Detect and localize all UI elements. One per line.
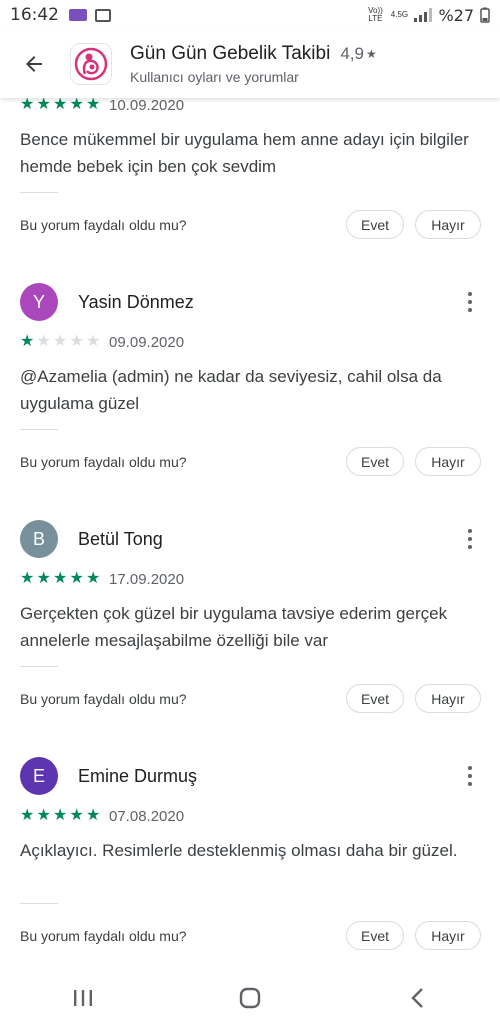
rating-stars: ★ ★ ★ ★ ★ [20, 571, 102, 587]
star-icon: ★ [53, 807, 68, 824]
recents-icon [74, 989, 93, 1006]
app-notification-icon [69, 9, 87, 21]
review-date: 09.09.2020 [109, 334, 185, 351]
reviews-list[interactable]: E Elif Saygılı ★★★★★ 10.09.2020 Bence mü… [0, 98, 500, 968]
review-card: E Emine Durmuş ★ ★ ★ ★ ★ 07.08.2020 Açıklayı… [0, 672, 500, 950]
star-icon: ★ [20, 570, 35, 587]
app-title: Gün Gün Gebelik Takibi [130, 43, 331, 64]
star-icon: ★ [36, 333, 51, 350]
star-icon: ★ [69, 570, 84, 587]
volte-indicator: Vo)) LTE [368, 6, 383, 23]
more-vert-icon[interactable] [460, 764, 480, 788]
star-icon: ★ [86, 333, 101, 350]
star-icon: ★ [53, 98, 68, 113]
image-notification-icon [95, 8, 111, 22]
divider [20, 666, 58, 667]
rating-stars: ★ ★ ★ ★ ★ [20, 808, 102, 824]
avatar: Y [20, 283, 58, 321]
system-nav-bar [0, 968, 500, 1027]
recents-button[interactable] [53, 976, 113, 1020]
helpful-question: Bu yorum faydalı oldu mu? [20, 928, 187, 944]
review-text[interactable]: @Azamelia (admin) ne kadar da seviyesiz,… [20, 363, 480, 417]
review-date: 07.08.2020 [109, 808, 185, 825]
app-rating: 4,9 [340, 44, 364, 63]
review-text[interactable]: Gerçekten çok güzel bir uygulama tavsiye… [20, 600, 480, 654]
rating-star-icon: ★ [365, 47, 377, 61]
back-icon [410, 987, 423, 1008]
review-card: E Elif Saygılı ★★★★★ 10.09.2020 Bence mü… [0, 98, 500, 239]
review-card: Y Yasin Dönmez ★ ★ ★ ★ ★ 09.09.2020 @Azameli… [0, 198, 500, 476]
divider [20, 429, 58, 430]
battery-icon [480, 7, 490, 23]
helpful-yes-button[interactable]: Evet [346, 921, 404, 950]
network-type: 4.5G [390, 10, 409, 19]
signal-icon [414, 8, 433, 22]
star-icon: ★ [36, 98, 51, 113]
more-vert-icon[interactable] [460, 290, 480, 314]
app-subtitle: Kullanıcı oyları ve yorumlar [130, 69, 299, 85]
helpful-no-button[interactable]: Hayır [415, 921, 481, 950]
review-date: 10.09.2020 [109, 98, 185, 114]
reviewer-name: Emine Durmuş [78, 766, 198, 786]
star-icon: ★ [53, 570, 68, 587]
avatar: B [20, 520, 58, 558]
status-bar: 16:42 Vo)) LTE 4.5G %27 [0, 0, 500, 30]
star-icon: ★ [86, 570, 101, 587]
home-button[interactable] [220, 976, 280, 1020]
star-icon: ★ [36, 807, 51, 824]
reviewer-name: Yasin Dönmez [78, 292, 194, 312]
app-header: Gün Gün Gebelik Takibi 4,9 ★ Kullanıcı o… [0, 30, 500, 98]
star-icon: ★ [53, 333, 68, 350]
pregnancy-logo-icon [74, 47, 108, 81]
divider [20, 192, 58, 193]
star-icon: ★ [69, 333, 84, 350]
star-icon: ★ [86, 98, 101, 113]
star-icon: ★ [69, 807, 84, 824]
review-date: 17.09.2020 [109, 571, 185, 588]
review-card: B Betül Tong ★ ★ ★ ★ ★ 17.09.2020 Gerçekten … [0, 435, 500, 713]
star-icon: ★ [20, 333, 35, 350]
star-icon: ★ [86, 807, 101, 824]
review-text[interactable]: Açıklayıcı. Resimlerle desteklenmiş olma… [20, 837, 480, 864]
battery-level: %27 [438, 5, 474, 25]
rating-stars: ★ ★ ★ ★ ★ [20, 334, 102, 350]
rating-stars: ★ ★ ★ ★ ★ [20, 98, 102, 113]
star-icon: ★ [20, 98, 35, 113]
review-text[interactable]: Bence mükemmel bir uygulama hem anne ada… [20, 126, 480, 180]
home-icon [239, 987, 261, 1008]
reviewer-name: Betül Tong [78, 529, 163, 549]
back-button[interactable] [4, 34, 64, 94]
app-icon [70, 43, 112, 85]
arrow-left-icon [26, 56, 42, 72]
back-nav-button[interactable] [387, 976, 447, 1020]
star-icon: ★ [69, 98, 84, 113]
avatar: E [20, 757, 58, 795]
more-vert-icon[interactable] [460, 527, 480, 551]
star-icon: ★ [20, 807, 35, 824]
status-time: 16:42 [10, 5, 59, 25]
star-icon: ★ [36, 570, 51, 587]
divider [20, 903, 58, 904]
